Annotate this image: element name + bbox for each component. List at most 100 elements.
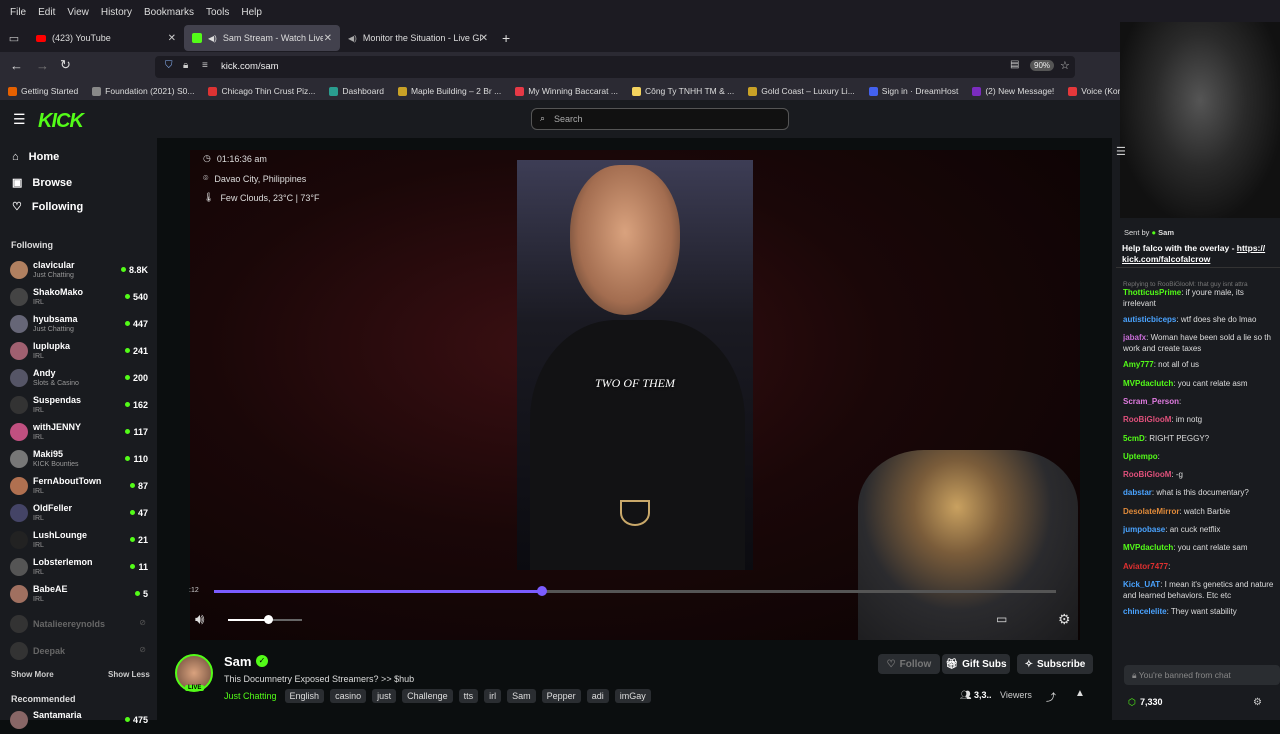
streamer-name[interactable]: Sam xyxy=(224,654,251,669)
new-tab-icon[interactable]: + xyxy=(502,30,510,46)
reload-icon[interactable]: ↻ xyxy=(60,57,71,73)
nav-browse[interactable]: ▣ Browse xyxy=(12,176,72,190)
menu-file[interactable]: File xyxy=(4,7,32,18)
tag-chip[interactable]: just xyxy=(372,689,397,703)
bookmark-item[interactable]: Getting Started xyxy=(8,86,78,96)
channel-item[interactable]: LushLounge IRL 21 xyxy=(10,528,148,554)
channel-item[interactable]: Maki95 KICK Bounties 110 xyxy=(10,447,148,473)
chat-username[interactable]: MVPdaclutch xyxy=(1123,379,1173,388)
subscribe-button[interactable]: ✧ Subscribe xyxy=(1017,654,1093,674)
tag-chip[interactable]: English xyxy=(284,689,325,703)
chat-username[interactable]: 5cmD xyxy=(1123,434,1145,443)
zoom-badge[interactable]: 90% xyxy=(1030,60,1055,71)
channel-item[interactable]: withJENNY IRL 117 xyxy=(10,420,148,446)
forward-icon[interactable]: → xyxy=(36,58,49,73)
close-tab-icon[interactable]: ✕ xyxy=(168,33,176,44)
nav-home[interactable]: ⌂ Home xyxy=(12,151,59,163)
menu-tools[interactable]: Tools xyxy=(200,7,235,18)
menu-edit[interactable]: Edit xyxy=(32,7,61,18)
tab-kick[interactable]: ◀) Sam Stream - Watch Live on✕ xyxy=(184,25,340,51)
tag-chip[interactable]: imGay xyxy=(614,689,651,703)
channel-item[interactable]: Lobsterlemon IRL 11 xyxy=(10,555,148,581)
chat-username[interactable]: DesolateMirror xyxy=(1123,507,1179,516)
cast-icon[interactable]: ▭ xyxy=(996,612,1007,626)
pinned-link[interactable]: kick.com/falcofalcrow xyxy=(1122,254,1210,264)
reader-icon[interactable]: ▤ xyxy=(1010,59,1019,70)
menu-view[interactable]: View xyxy=(61,7,95,18)
tag-chip[interactable]: Sam xyxy=(507,689,536,703)
follow-button[interactable]: ♡ Follow xyxy=(878,654,940,674)
chat-username[interactable]: RooBiGlooM xyxy=(1123,415,1171,424)
menu-bookmarks[interactable]: Bookmarks xyxy=(138,7,200,18)
chat-settings-icon[interactable]: ⚙ xyxy=(1253,697,1262,708)
chat-username[interactable]: Aviator7477 xyxy=(1123,562,1168,571)
hamburger-icon[interactable]: ☰ xyxy=(13,111,26,128)
url-field[interactable]: ⛉ 🔒︎ ≡ kick.com/sam ▤ 90% ☆ xyxy=(155,56,1075,78)
settings-icon[interactable]: ⚙ xyxy=(1058,611,1071,628)
gift-subs-button[interactable]: 🎁︎ Gift Subs xyxy=(942,654,1010,674)
tab-list-icon[interactable]: ▭ xyxy=(0,32,28,45)
volume-icon[interactable]: 🔊︎ xyxy=(195,611,204,628)
channel-item[interactable]: BabeAE IRL 5 xyxy=(10,582,148,608)
bookmark-item[interactable]: Gold Coast – Luxury Li... xyxy=(748,86,855,96)
close-tab-icon[interactable]: ✕ xyxy=(480,33,488,44)
channel-item[interactable]: hyubsama Just Chatting 447 xyxy=(10,312,148,338)
share-icon[interactable]: ⤴ xyxy=(1046,689,1056,704)
channel-item[interactable]: luplupka IRL 241 xyxy=(10,339,148,365)
channel-item[interactable]: FernAboutTown IRL 87 xyxy=(10,474,148,500)
menu-help[interactable]: Help xyxy=(235,7,268,18)
channel-item[interactable]: clavicular Just Chatting 8.8K xyxy=(10,258,148,284)
show-less-button[interactable]: Show Less xyxy=(108,670,150,679)
tab-youtube[interactable]: (423) YouTube ✕ xyxy=(28,25,184,51)
progress-bar[interactable] xyxy=(214,586,1056,596)
nav-following[interactable]: ♡ Following xyxy=(12,200,83,214)
channel-item[interactable]: Suspendas IRL 162 xyxy=(10,393,148,419)
close-tab-icon[interactable]: ✕ xyxy=(324,33,332,44)
chat-menu-icon[interactable]: ☰ xyxy=(1116,145,1126,158)
tag-chip[interactable]: Challenge xyxy=(402,689,453,703)
bookmark-item[interactable]: My Winning Baccarat ... xyxy=(515,86,618,96)
channel-offline[interactable]: Deepak ⊘ xyxy=(10,639,148,665)
chat-username[interactable]: autisticbiceps xyxy=(1123,315,1176,324)
kick-logo[interactable]: KICK xyxy=(38,110,84,133)
tag-chip[interactable]: irl xyxy=(484,689,502,703)
tag-chip[interactable]: adi xyxy=(586,689,609,703)
tag-chip[interactable]: casino xyxy=(330,689,367,703)
bookmark-item[interactable]: Chicago Thin Crust Piz... xyxy=(208,86,315,96)
bookmark-item[interactable]: Maple Building – 2 Br ... xyxy=(397,86,501,96)
category-link[interactable]: Just Chatting xyxy=(224,691,277,701)
chat-username[interactable]: MVPdaclutch xyxy=(1123,543,1173,552)
tab-monitor[interactable]: ◀) Monitor the Situation - Live Glo ✕ xyxy=(340,25,496,51)
tag-chip[interactable]: Pepper xyxy=(541,689,581,703)
volume-knob[interactable] xyxy=(263,615,273,624)
channel-item[interactable]: ShakoMako IRL 540 xyxy=(10,285,148,311)
star-icon[interactable]: ☆ xyxy=(1060,59,1070,72)
search-input[interactable]: ⌕ Search xyxy=(531,108,789,130)
chat-username[interactable]: chincelelite xyxy=(1123,607,1167,616)
chat-username[interactable]: ThotticusPrime xyxy=(1123,288,1181,297)
bookmark-item[interactable]: (2) New Message! xyxy=(972,86,1054,96)
chat-username[interactable]: jabafx xyxy=(1123,333,1146,342)
channel-offline[interactable]: Natalieereynolds ⊘ xyxy=(10,612,148,638)
pinned-link[interactable]: https:// xyxy=(1237,243,1265,253)
chat-username[interactable]: RooBiGlooM xyxy=(1123,470,1171,479)
chat-username[interactable]: dabstar xyxy=(1123,488,1152,497)
chat-username[interactable]: Scram_Person xyxy=(1123,397,1179,406)
bookmark-item[interactable]: Foundation (2021) S0... xyxy=(92,86,194,96)
chat-username[interactable]: Uptempo xyxy=(1123,452,1158,461)
menu-history[interactable]: History xyxy=(95,7,138,18)
recommended-channel[interactable]: Santamaria 475 xyxy=(10,708,148,734)
channel-item[interactable]: OldFeller IRL 47 xyxy=(10,501,148,527)
show-more-button[interactable]: Show More xyxy=(11,670,54,679)
report-icon[interactable]: ▲ xyxy=(1075,688,1085,699)
bookmark-item[interactable]: Dashboard xyxy=(329,86,384,96)
bookmark-item[interactable]: Công Ty TNHH TM & ... xyxy=(631,86,734,96)
channel-item[interactable]: Andy Slots & Casino 200 xyxy=(10,366,148,392)
volume-slider[interactable] xyxy=(228,615,302,624)
chat-username[interactable]: Kick_UAT xyxy=(1123,580,1160,589)
tag-chip[interactable]: tts xyxy=(458,689,479,703)
bookmark-item[interactable]: Sign in · DreamHost xyxy=(868,86,958,96)
back-icon[interactable]: ← xyxy=(10,58,23,73)
chat-username[interactable]: jumpobase xyxy=(1123,525,1165,534)
chat-username[interactable]: Amy777 xyxy=(1123,360,1154,369)
